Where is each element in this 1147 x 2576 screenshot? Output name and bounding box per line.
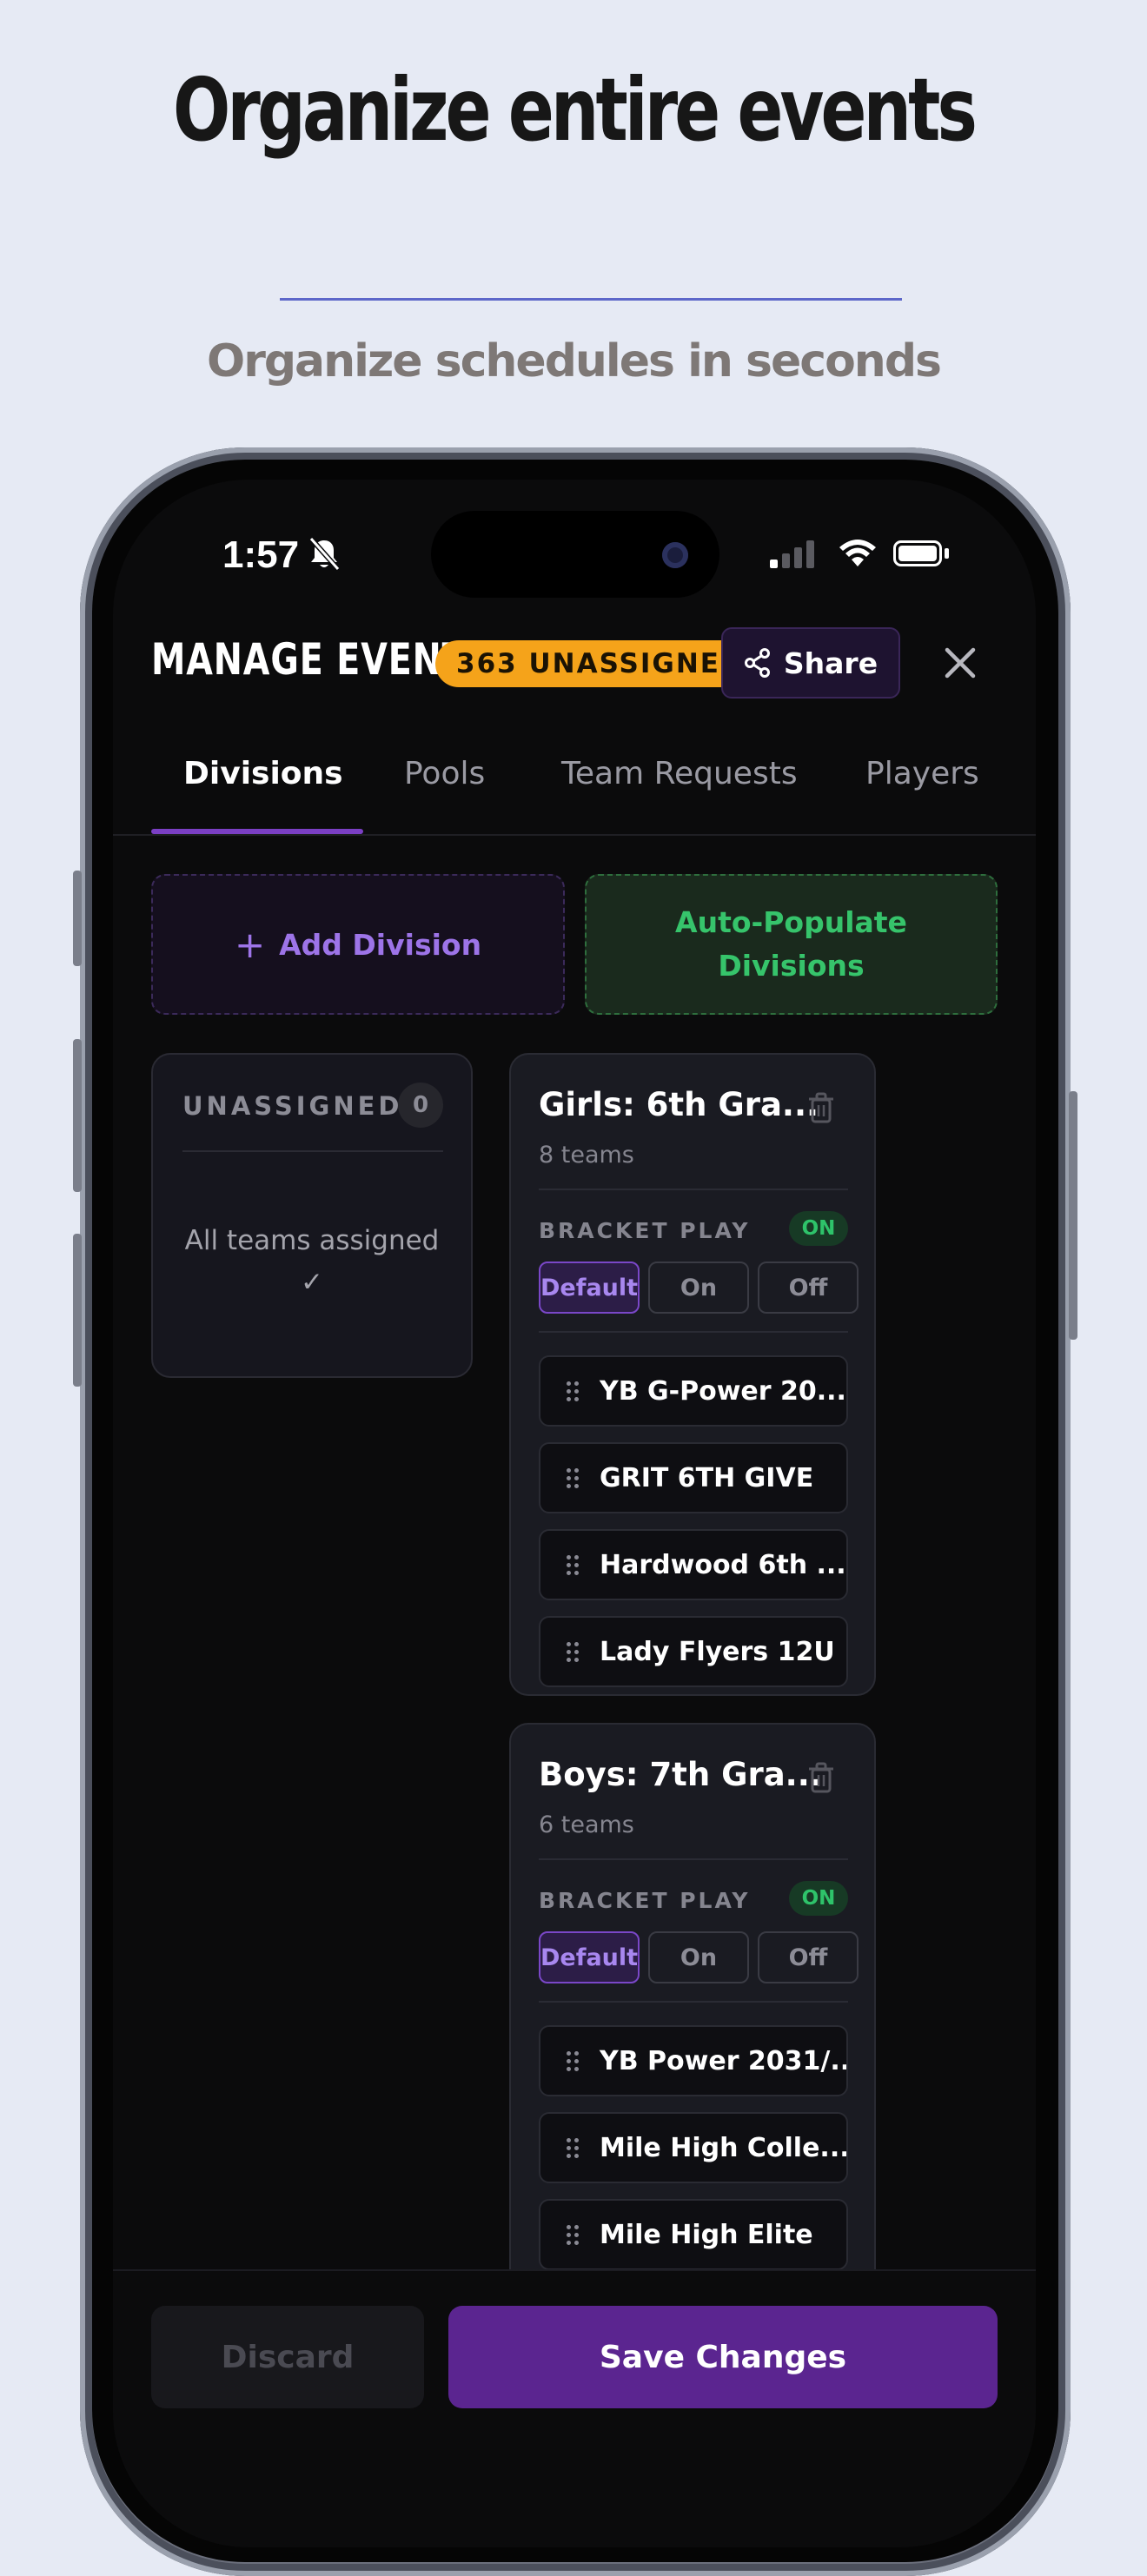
add-division-button[interactable]: + Add Division <box>151 874 565 1015</box>
bracket-status-badge: ON <box>789 1211 848 1246</box>
app-screen: 1:57 MANAGE EVENT 363 UNASSIGNED Share D… <box>113 480 1036 2547</box>
unassigned-empty-state: All teams assigned ✓ <box>153 1220 471 1303</box>
marketing-subheadline: Organize schedules in seconds <box>206 335 942 387</box>
bracket-option-on[interactable]: On <box>648 1262 749 1314</box>
team-row[interactable]: YB G-Power 20... <box>539 1355 848 1427</box>
wifi-icon <box>839 540 876 566</box>
bell-slash-icon <box>308 537 340 571</box>
division-divider <box>539 1331 848 1333</box>
phone-volume-up-button <box>73 1039 82 1192</box>
trash-icon[interactable] <box>806 1091 836 1124</box>
bracket-status-badge: ON <box>789 1881 848 1916</box>
team-name: Mile High Elite <box>600 2219 813 2250</box>
bracket-play-label: BRACKET PLAY <box>539 1888 751 1913</box>
drag-handle-icon[interactable] <box>567 1642 579 1662</box>
tab-divisions[interactable]: Divisions <box>183 756 343 791</box>
team-name: GRIT 6TH GIVE <box>600 1462 814 1493</box>
team-name: Hardwood 6th ... <box>600 1549 846 1580</box>
division-name: Girls: 6th Gra... <box>539 1086 819 1123</box>
status-time: 1:57 <box>222 533 300 576</box>
headline-divider <box>280 298 902 301</box>
division-divider <box>539 2001 848 2003</box>
unassigned-badge: 363 UNASSIGNED <box>435 640 766 687</box>
phone-volume-down-button <box>73 1234 82 1387</box>
share-button[interactable]: Share <box>721 627 900 699</box>
drag-handle-icon[interactable] <box>567 2225 579 2245</box>
empty-message: All teams assigned <box>184 1225 440 1256</box>
drag-handle-icon[interactable] <box>567 2138 579 2158</box>
tab-pools[interactable]: Pools <box>404 756 485 791</box>
active-tab-indicator <box>151 829 363 834</box>
unassigned-card: UNASSIGNED 0 All teams assigned ✓ <box>151 1053 473 1378</box>
drag-handle-icon[interactable] <box>567 1381 579 1401</box>
drag-handle-icon[interactable] <box>567 1555 579 1575</box>
drag-handle-icon[interactable] <box>567 2051 579 2071</box>
team-row[interactable]: Hardwood 6th ... <box>539 1529 848 1600</box>
battery-icon <box>893 540 942 566</box>
share-label: Share <box>783 646 878 680</box>
phone-action-button <box>73 871 82 966</box>
marketing-headline: Organize entire events <box>172 59 978 161</box>
battery-tip <box>945 548 949 559</box>
drag-handle-icon[interactable] <box>567 1468 579 1488</box>
team-row[interactable]: GRIT 6TH GIVE <box>539 1442 848 1513</box>
add-division-label: Add Division <box>279 927 482 962</box>
team-name: Mile High Colle... <box>600 2132 848 2163</box>
division-team-count: 6 teams <box>539 1811 634 1838</box>
team-row[interactable]: Lady Flyers 12U <box>539 1616 848 1687</box>
front-camera <box>662 542 688 568</box>
unassigned-label: UNASSIGNED <box>182 1091 403 1121</box>
bracket-option-off[interactable]: Off <box>758 1931 859 1983</box>
division-card[interactable]: Girls: 6th Gra... 8 teams BRACKET PLAY O… <box>509 1053 876 1696</box>
bracket-option-on[interactable]: On <box>648 1931 749 1983</box>
tabs-border <box>113 834 1036 836</box>
discard-button[interactable]: Discard <box>151 2306 424 2408</box>
team-row[interactable]: Mile High Colle... <box>539 2112 848 2183</box>
division-name: Boys: 7th Gra... <box>539 1756 822 1793</box>
unassigned-count-badge: 0 <box>398 1083 443 1128</box>
division-team-count: 8 teams <box>539 1142 634 1169</box>
bracket-option-off[interactable]: Off <box>758 1262 859 1314</box>
auto-populate-button[interactable]: Auto-Populate Divisions <box>585 874 998 1015</box>
division-card[interactable]: Boys: 7th Gra... 6 teams BRACKET PLAY ON… <box>509 1723 876 2348</box>
team-row[interactable]: YB Power 2031/... <box>539 2025 848 2096</box>
save-changes-button[interactable]: Save Changes <box>448 2306 998 2408</box>
page-title: MANAGE EVENT <box>151 634 467 685</box>
division-divider <box>539 1858 848 1860</box>
team-name: YB Power 2031/... <box>600 2045 848 2076</box>
bracket-option-default[interactable]: Default <box>539 1931 640 1983</box>
auto-populate-label: Auto-Populate Divisions <box>675 905 907 983</box>
tab-team-requests[interactable]: Team Requests <box>561 756 798 791</box>
cellular-signal-icon <box>770 540 814 568</box>
share-icon <box>744 648 770 678</box>
team-row[interactable]: Mile High Elite <box>539 2199 848 2270</box>
unassigned-divider <box>182 1150 443 1152</box>
team-name: YB G-Power 20... <box>600 1375 846 1407</box>
trash-icon[interactable] <box>806 1761 836 1794</box>
tab-players[interactable]: Players <box>865 756 979 791</box>
division-divider <box>539 1189 848 1190</box>
close-icon[interactable] <box>938 641 982 685</box>
check-icon: ✓ <box>301 1267 323 1298</box>
team-name: Lady Flyers 12U <box>600 1636 835 1667</box>
plus-icon: + <box>234 923 266 966</box>
phone-power-button <box>1069 1091 1077 1340</box>
bracket-option-default[interactable]: Default <box>539 1262 640 1314</box>
bracket-play-label: BRACKET PLAY <box>539 1218 751 1243</box>
